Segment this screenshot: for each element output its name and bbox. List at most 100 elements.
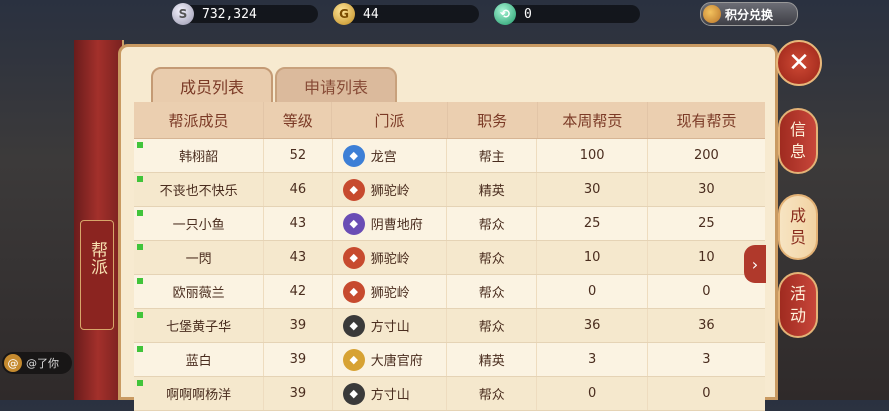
member-name: 欧丽薇兰: [134, 275, 265, 308]
member-table: 帮派成员 等级 门派 职务 本周帮贡 现有帮贡 韩栩韶 52 ◆ 龙宫 帮主 1…: [134, 102, 765, 411]
member-level: 43: [264, 207, 333, 240]
table-row[interactable]: 七堡黄子华 39 ◆ 方寸山 帮众 36 36: [134, 309, 765, 343]
online-status-indicator: [137, 210, 143, 216]
online-status-indicator: [137, 142, 143, 148]
member-current-contribution: 30: [698, 182, 715, 197]
online-status-indicator: [137, 380, 143, 386]
member-school: ◆ 阴曹地府: [333, 207, 448, 240]
member-school: ◆ 方寸山: [333, 377, 448, 410]
points-exchange-button[interactable]: 积分兑换: [700, 2, 798, 26]
member-current-contribution: 0: [702, 386, 711, 401]
online-status-indicator: [137, 312, 143, 318]
member-weekly-contribution: 0: [537, 275, 648, 308]
member-level: 39: [264, 377, 333, 410]
tab-application-list[interactable]: 申请列表: [275, 67, 397, 105]
member-role: 精英: [447, 173, 538, 206]
side-tab-activity[interactable]: 活 动: [778, 272, 818, 338]
member-current-contribution: 200: [693, 148, 719, 163]
member-role: 帮众: [447, 241, 538, 274]
fangcun-icon: ◆: [342, 314, 365, 337]
table-row[interactable]: 欧丽薇兰 42 ◆ 狮驼岭 帮众 0 0: [134, 275, 765, 309]
guild-title-text: 帮派: [87, 241, 107, 275]
guild-title: 帮派: [80, 220, 114, 330]
gold-value: 44: [363, 6, 379, 22]
tab-member-list[interactable]: 成员列表: [151, 67, 273, 109]
member-weekly-contribution: 100: [537, 139, 648, 172]
member-name: 七堡黄子华: [134, 309, 265, 342]
chevron-right-icon: ›: [751, 254, 759, 274]
member-weekly-contribution: 25: [537, 207, 648, 240]
member-school-name: 阴曹地府: [370, 218, 423, 233]
column-header-level[interactable]: 等级: [264, 102, 333, 138]
expand-arrow-button[interactable]: ›: [744, 245, 766, 283]
table-row[interactable]: 韩栩韶 52 ◆ 龙宫 帮主 100 200: [134, 139, 765, 173]
side-tab-members[interactable]: 成 员: [778, 194, 818, 260]
side-tab-info[interactable]: 信 息: [778, 108, 818, 174]
tab-member-list-label: 成员列表: [179, 78, 244, 97]
close-button[interactable]: ✕: [776, 40, 822, 86]
right-nav: ✕ 信 息 成 员 活 动: [776, 40, 836, 400]
table-row[interactable]: 一只小鱼 43 ◆ 阴曹地府 帮众 25 25: [134, 207, 765, 241]
dragon-palace-icon: ◆: [342, 144, 365, 167]
member-role: 帮众: [447, 377, 538, 410]
member-name: 一閃: [134, 241, 265, 274]
lion-camel-icon: ◆: [342, 178, 365, 201]
member-weekly-contribution: 10: [537, 241, 648, 274]
tang-official-icon: ◆: [342, 348, 365, 371]
column-header-weekly-contribution[interactable]: 本周帮贡: [538, 102, 648, 138]
member-school-name: 龙宫: [370, 150, 397, 165]
table-header: 帮派成员 等级 门派 职务 本周帮贡 现有帮贡: [134, 102, 765, 139]
chat-mention-bubble[interactable]: @ @了你: [2, 352, 72, 374]
member-current-contribution: 36: [698, 318, 715, 333]
at-icon: @: [4, 354, 22, 372]
member-weekly-contribution: 3: [537, 343, 648, 376]
side-tab-info-char2: 息: [789, 142, 806, 161]
table-row[interactable]: 不丧也不快乐 46 ◆ 狮驼岭 精英 30 30: [134, 173, 765, 207]
tab-application-list-label: 申请列表: [303, 78, 368, 97]
member-school-name: 方寸山: [370, 388, 410, 403]
side-tab-members-char1: 成: [789, 206, 806, 225]
online-status-indicator: [137, 346, 143, 352]
member-school: ◆ 狮驼岭: [333, 173, 448, 206]
underworld-icon: ◆: [342, 212, 365, 235]
member-role: 帮众: [447, 309, 538, 342]
member-school: ◆ 狮驼岭: [333, 275, 448, 308]
gold-coin-icon: G: [333, 3, 355, 25]
lion-camel-icon: ◆: [342, 280, 365, 303]
member-school-name: 狮驼岭: [370, 286, 410, 301]
member-role: 帮主: [447, 139, 538, 172]
guild-side-pillar: 帮派: [74, 40, 124, 400]
member-current-contribution: 3: [702, 352, 711, 367]
close-icon: ✕: [788, 48, 810, 78]
member-school: ◆ 龙宫: [333, 139, 448, 172]
table-row[interactable]: 一閃 43 ◆ 狮驼岭 帮众 10 10: [134, 241, 765, 275]
points-exchange-label: 积分兑换: [725, 7, 774, 22]
column-header-current-contribution[interactable]: 现有帮贡: [648, 102, 765, 138]
online-status-indicator: [137, 244, 143, 250]
table-body: 韩栩韶 52 ◆ 龙宫 帮主 100 200 不丧也不快乐 46 ◆ 狮驼岭 精…: [134, 139, 765, 411]
column-header-member[interactable]: 帮派成员: [134, 102, 264, 138]
online-status-indicator: [137, 278, 143, 284]
top-resource-bar: S 732,324 G 44 ⟲ 0 积分兑换: [0, 0, 889, 30]
silver-coin-icon: S: [172, 3, 194, 25]
money-bag-icon: [703, 5, 721, 23]
member-role: 精英: [447, 343, 538, 376]
fangcun-icon: ◆: [342, 382, 365, 405]
member-school: ◆ 方寸山: [333, 309, 448, 342]
member-current-contribution: 25: [698, 216, 715, 231]
column-header-school[interactable]: 门派: [332, 102, 448, 138]
member-level: 39: [264, 309, 333, 342]
member-school-name: 大唐官府: [370, 354, 423, 369]
column-header-role[interactable]: 职务: [448, 102, 538, 138]
member-level: 39: [264, 343, 333, 376]
jade-resource: ⟲ 0: [494, 3, 640, 25]
table-row[interactable]: 啊啊啊杨洋 39 ◆ 方寸山 帮众 0 0: [134, 377, 765, 411]
member-weekly-contribution: 0: [537, 377, 648, 410]
jade-currency-icon: ⟲: [494, 3, 516, 25]
member-name: 一只小鱼: [134, 207, 265, 240]
member-school-name: 狮驼岭: [370, 252, 410, 267]
member-school-name: 狮驼岭: [370, 184, 410, 199]
member-level: 52: [264, 139, 333, 172]
side-tab-activity-char2: 动: [789, 306, 806, 325]
table-row[interactable]: 蓝白 39 ◆ 大唐官府 精英 3 3: [134, 343, 765, 377]
